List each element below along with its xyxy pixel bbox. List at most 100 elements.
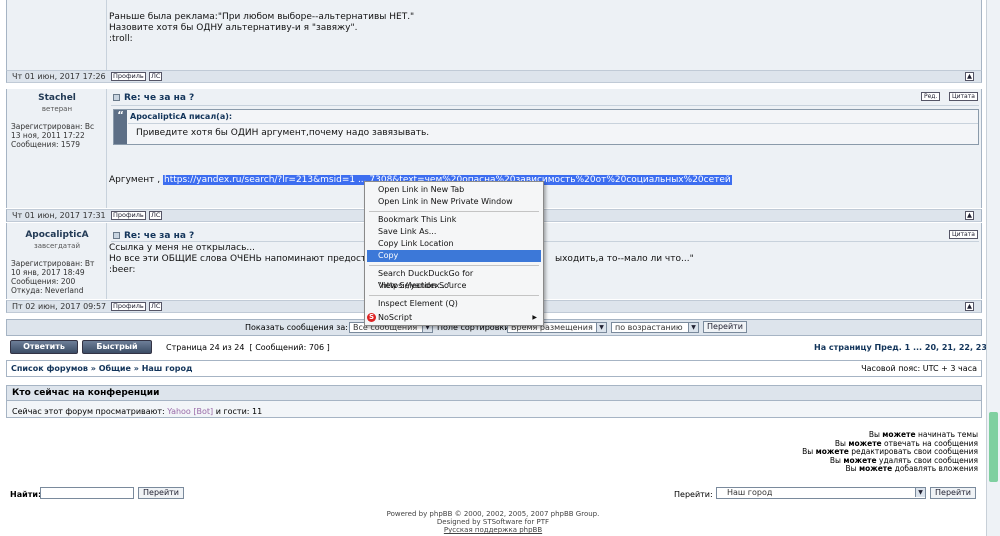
post-3-author-column: ApocalipticA завсегдатай Зарегистрирован… <box>7 223 107 299</box>
profile-button[interactable]: Профиль <box>111 211 146 220</box>
post-1-date: Чт 01 июн, 2017 17:26 <box>12 72 106 81</box>
post-icon <box>113 232 120 239</box>
quote-button[interactable]: Цитата <box>949 92 978 101</box>
post-2-title[interactable]: Re: че за на ? <box>113 93 194 103</box>
perm-text: Вы <box>845 464 859 474</box>
post-2-author-column: Stachel ветеран Зарегистрирован: Вс 13 н… <box>7 89 107 208</box>
perm-text: Вы <box>802 447 816 457</box>
scrollbar[interactable] <box>986 0 1000 536</box>
info-line: Зарегистрирован: Вт 10 янв, 2017 18:49 <box>11 259 95 277</box>
online-block: Кто сейчас на конференции Сейчас этот фо… <box>6 385 982 418</box>
menu-separator <box>369 265 539 266</box>
quick-reply-button[interactable]: Быстрый ответ <box>82 340 152 363</box>
footer-support-link[interactable]: Русская поддержка phpBB <box>0 526 986 534</box>
top-arrow-icon[interactable]: ▲ <box>965 72 974 81</box>
search-go-button[interactable]: Перейти <box>138 487 184 499</box>
breadcrumb-forums[interactable]: Список форумов <box>11 364 88 373</box>
menu-inspect-element[interactable]: Inspect Element (Q) <box>367 298 541 310</box>
post-3-body: Ссылка у меня не открылась... Но все эти… <box>109 243 378 276</box>
edit-button[interactable]: Ред. <box>921 92 941 101</box>
scrollbar-thumb[interactable] <box>989 412 998 482</box>
quote-button[interactable]: Цитата <box>949 230 978 239</box>
reply-button[interactable]: Ответить <box>10 340 78 354</box>
submenu-arrow-icon: ▶ <box>532 314 537 321</box>
menu-save-link[interactable]: Save Link As... <box>367 226 541 238</box>
post-1-line: :troll: <box>109 34 133 44</box>
chevron-down-icon: ▼ <box>688 323 698 332</box>
page-link[interactable]: 22 <box>959 343 970 352</box>
post-3-separator <box>111 241 979 242</box>
quote-block: “ ApocalipticA писал(а): Приведите хотя … <box>113 109 979 145</box>
page-ellipsis: ... <box>912 343 923 352</box>
post-1-body: Раньше была реклама:"При любом выборе--а… <box>109 12 414 45</box>
timezone: Часовой пояс: UTC + 3 часа <box>861 364 977 373</box>
post-3-line: Ссылка у меня не открылась... <box>109 243 255 253</box>
post-2-rank: ветеран <box>41 105 73 113</box>
post-2-separator <box>111 105 979 106</box>
perm-text: добавлять вложения <box>892 464 978 474</box>
breadcrumb-general[interactable]: Общие <box>99 364 131 373</box>
pagination-label[interactable]: На страницу Пред. <box>814 343 902 352</box>
perm-text: Вы <box>829 455 844 465</box>
quote-mark-icon: “ <box>114 110 127 144</box>
jump-select-value: Наш город <box>727 488 773 497</box>
page-link[interactable]: 21 <box>942 343 953 352</box>
order-select[interactable]: по возрастанию ▼ <box>611 322 699 333</box>
breadcrumb-city[interactable]: Наш город <box>142 364 193 373</box>
menu-search-duckduckgo[interactable]: Search DuckDuckGo for "https://yandex...… <box>367 268 541 290</box>
pm-button[interactable]: ЛС <box>149 211 163 220</box>
menu-bookmark-link[interactable]: Bookmark This Link <box>367 214 541 226</box>
footer: Powered by phpBB © 2000, 2002, 2005, 200… <box>0 510 986 534</box>
page-link[interactable]: 20 <box>925 343 936 352</box>
footer-powered: Powered by phpBB © 2000, 2002, 2005, 200… <box>386 510 600 518</box>
jump-go-button[interactable]: Перейти <box>930 487 976 499</box>
sort-go-button[interactable]: Перейти <box>703 321 747 333</box>
chevron-down-icon: ▼ <box>596 323 606 332</box>
post-3-line: Но все эти ОБЩИЕ слова ОЧЕНЬ напоминают … <box>109 254 378 264</box>
online-prefix: Сейчас этот форум просматривают: <box>12 407 165 416</box>
menu-noscript[interactable]: S NoScript ▶ <box>367 312 541 324</box>
breadcrumb: Список форумов » Общие » Наш город Часов… <box>6 360 982 377</box>
menu-noscript-label: NoScript <box>378 313 413 322</box>
info-line: Откуда: Neverland <box>11 286 84 295</box>
menu-view-selection-source[interactable]: View Selection Source <box>367 280 541 292</box>
post-3-title[interactable]: Re: че за на ? <box>113 231 194 241</box>
info-line: Сообщения: 1579 <box>11 140 81 149</box>
post-3-date: Пт 02 июн, 2017 09:57 <box>12 302 107 311</box>
chevron-down-icon: ▼ <box>915 488 925 497</box>
context-menu: Open Link in New Tab Open Link in New Pr… <box>364 181 544 326</box>
post-1-footer: Чт 01 июн, 2017 17:26 Профиль ЛС ▲ <box>6 70 982 83</box>
quote-text: Приведите хотя бы ОДИН аргумент,почему н… <box>136 128 430 138</box>
page-link[interactable]: 1 <box>905 343 911 352</box>
post-3-line: :beer: <box>109 265 136 275</box>
search-input[interactable] <box>40 487 134 499</box>
quote-separator <box>128 123 978 124</box>
pm-button[interactable]: ЛС <box>149 72 163 81</box>
post-3-title-text: Re: че за на ? <box>124 231 195 241</box>
post-3-username[interactable]: ApocalipticA <box>7 230 107 240</box>
menu-copy[interactable]: Copy <box>367 250 541 262</box>
footer-designed: Designed by STSoftware for PTF <box>436 518 550 526</box>
menu-open-private-window[interactable]: Open Link in New Private Window <box>367 196 541 208</box>
pagination: На страницу Пред. 1 ... 20, 21, 22, 23, … <box>814 343 1000 352</box>
page-info: Страница 24 из 24 [ Сообщений: 706 ] <box>166 343 330 352</box>
profile-button[interactable]: Профиль <box>111 72 146 81</box>
post-2-user-info: Зарегистрирован: Вс 13 ноя, 2011 17:22 С… <box>11 122 105 149</box>
menu-copy-link-location[interactable]: Copy Link Location <box>367 238 541 250</box>
online-bot[interactable]: Yahoo [Bot] <box>167 407 213 416</box>
breadcrumb-items: Список форумов » Общие » Наш город <box>11 364 193 373</box>
info-line: Сообщения: 200 <box>11 277 76 286</box>
menu-open-new-tab[interactable]: Open Link in New Tab <box>367 184 541 196</box>
post-2-date: Чт 01 июн, 2017 17:31 <box>12 211 106 220</box>
jump-select[interactable]: Наш город ▼ <box>716 487 926 499</box>
top-arrow-icon[interactable]: ▲ <box>965 211 974 220</box>
online-heading: Кто сейчас на конференции <box>7 386 981 401</box>
menu-separator <box>369 295 539 296</box>
pm-button[interactable]: ЛС <box>149 302 163 311</box>
profile-button[interactable]: Профиль <box>111 302 146 311</box>
permissions: Вы можете начинать темы Вы можете отвеча… <box>802 430 978 474</box>
post-3-rank: завсегдатай <box>33 242 81 250</box>
top-arrow-icon[interactable]: ▲ <box>965 302 974 311</box>
post-2-username[interactable]: Stachel <box>7 93 107 103</box>
menu-separator <box>369 211 539 212</box>
